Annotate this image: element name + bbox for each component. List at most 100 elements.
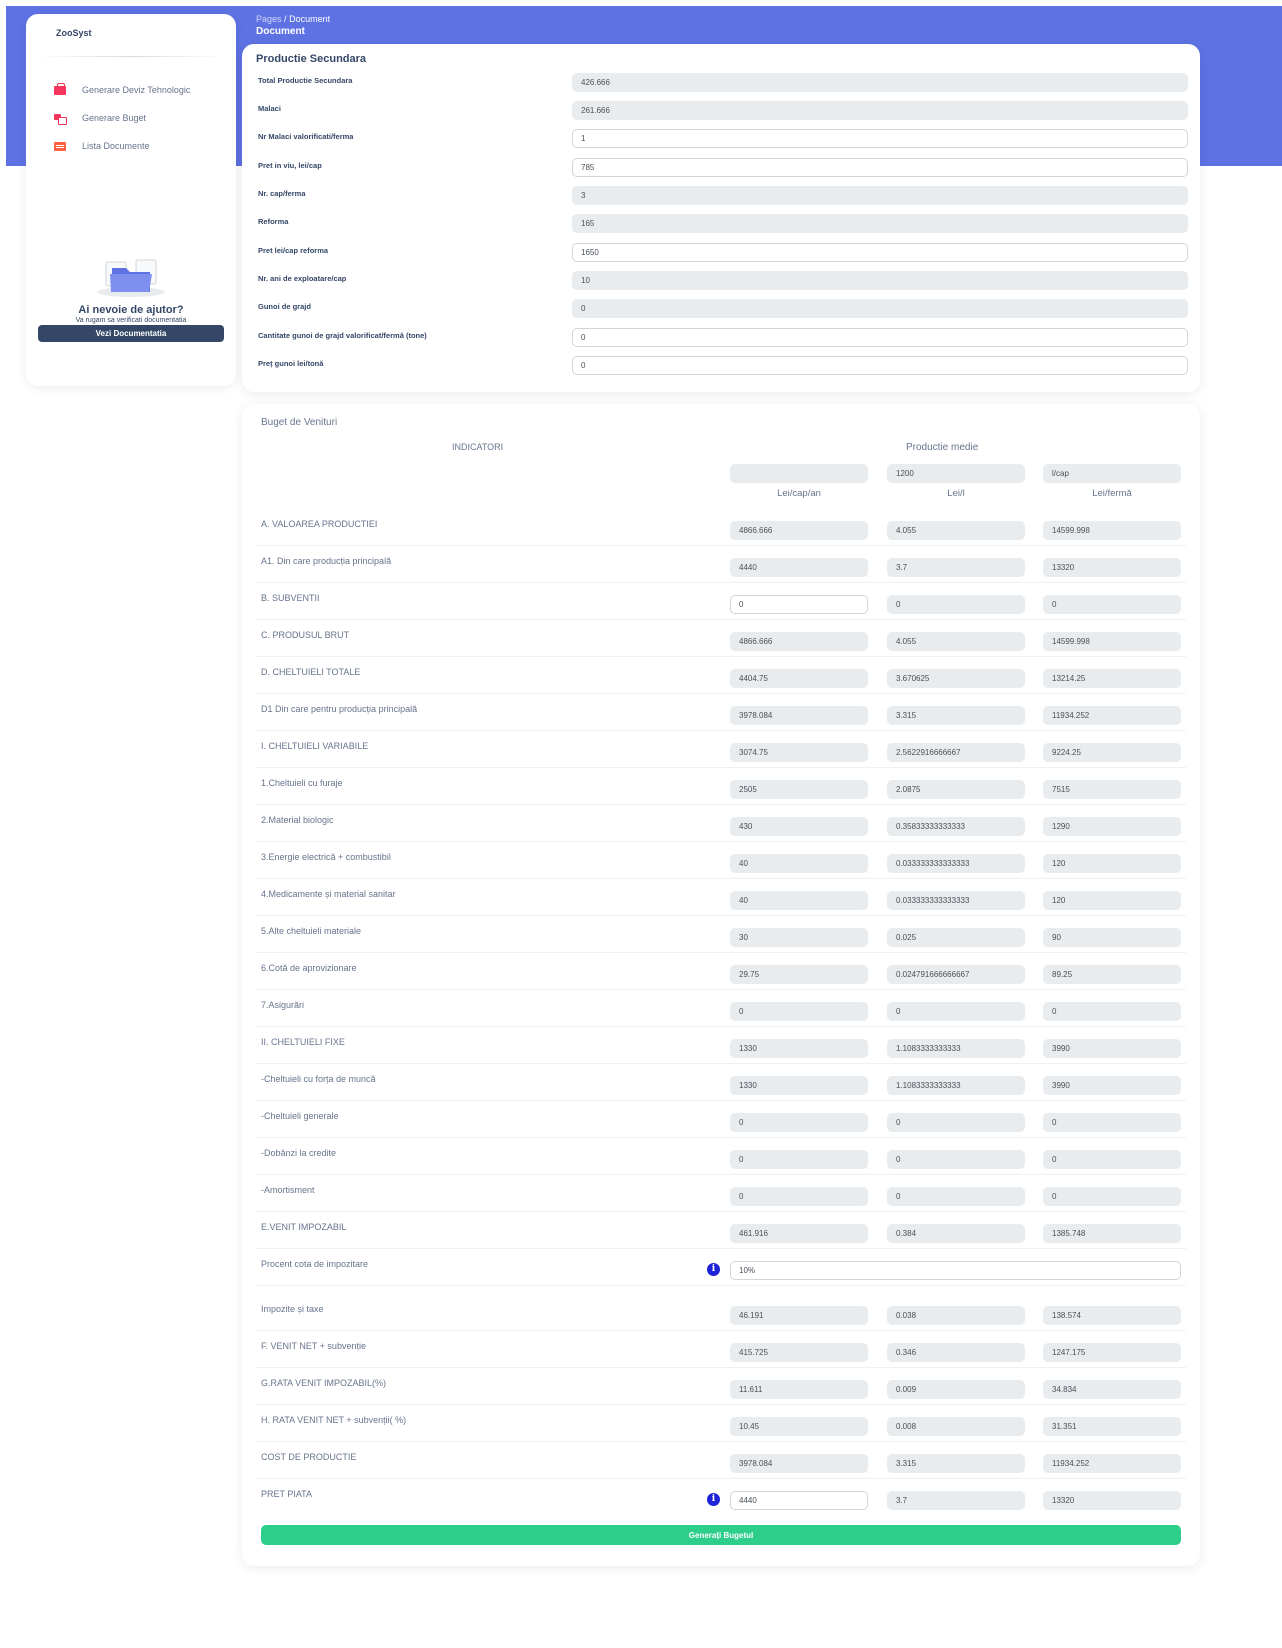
row-value-2[interactable] — [887, 595, 1025, 614]
row-value-2[interactable] — [887, 1113, 1025, 1132]
row-value-3[interactable] — [1043, 1417, 1181, 1436]
row-value-1[interactable] — [730, 891, 868, 910]
row-value-1[interactable] — [730, 817, 868, 836]
sidebar-item-generare-deviz[interactable]: Generare Deviz Tehnologic — [54, 82, 190, 98]
row-value-2[interactable] — [887, 1306, 1025, 1325]
row-value-2[interactable] — [887, 1039, 1025, 1058]
row-value-3[interactable] — [1043, 632, 1181, 651]
row-value-1[interactable] — [730, 595, 868, 614]
row-value-1[interactable] — [730, 558, 868, 577]
row-value-1[interactable] — [730, 965, 868, 984]
row-value-2[interactable] — [887, 706, 1025, 725]
breadcrumb-root[interactable]: Pages — [256, 14, 282, 24]
row-value-3[interactable] — [1043, 558, 1181, 577]
row-value-3[interactable] — [1043, 1343, 1181, 1362]
row-value-2[interactable] — [887, 928, 1025, 947]
malaci-field[interactable] — [572, 101, 1188, 120]
pret-gunoi-field[interactable] — [572, 356, 1188, 375]
row-value-3[interactable] — [1043, 1380, 1181, 1399]
pret-viu-field[interactable] — [572, 158, 1188, 177]
row-value-3[interactable] — [1043, 965, 1181, 984]
row-value-3[interactable] — [1043, 817, 1181, 836]
row-value-1[interactable] — [730, 1002, 868, 1021]
row-value-2[interactable] — [887, 1002, 1025, 1021]
row-value-1[interactable] — [730, 1380, 868, 1399]
row-value-3[interactable] — [1043, 928, 1181, 947]
brand-logo[interactable]: ZooSyst — [56, 28, 92, 38]
row-value-3[interactable] — [1043, 1002, 1181, 1021]
row-value-2[interactable] — [887, 1187, 1025, 1206]
row-value-3[interactable] — [1043, 1076, 1181, 1095]
row-value-1[interactable] — [730, 669, 868, 688]
generate-budget-button[interactable]: Generați Bugetul — [261, 1525, 1181, 1545]
header-input-1[interactable] — [730, 464, 868, 483]
row-value-3[interactable] — [1043, 743, 1181, 762]
nr-ani-field[interactable] — [572, 271, 1188, 290]
row-value-2[interactable] — [887, 1076, 1025, 1095]
row-value-2[interactable] — [887, 1224, 1025, 1243]
row-value-2[interactable] — [887, 669, 1025, 688]
info-icon[interactable]: i — [707, 1493, 720, 1506]
row-value-1[interactable] — [730, 780, 868, 799]
row-value-2[interactable] — [887, 1417, 1025, 1436]
row-value-3[interactable] — [1043, 706, 1181, 725]
row-value-1[interactable] — [730, 928, 868, 947]
row-value-1[interactable] — [730, 1454, 868, 1473]
sidebar-item-lista-documente[interactable]: Lista Documente — [54, 138, 150, 154]
row-value-3[interactable] — [1043, 1224, 1181, 1243]
row-value-3[interactable] — [1043, 854, 1181, 873]
cantitate-gunoi-field[interactable] — [572, 328, 1188, 347]
row-value-1[interactable] — [730, 743, 868, 762]
row-value-3[interactable] — [1043, 891, 1181, 910]
productie-medie-input[interactable] — [887, 464, 1025, 483]
row-value-1[interactable] — [730, 1039, 868, 1058]
pret-piata-lei-l[interactable] — [887, 1491, 1025, 1510]
row-value-2[interactable] — [887, 632, 1025, 651]
row-value-3[interactable] — [1043, 1150, 1181, 1169]
nr-cap-field[interactable] — [572, 186, 1188, 205]
total-productie-field[interactable] — [572, 73, 1188, 92]
row-value-1[interactable] — [730, 1343, 868, 1362]
row-value-1[interactable] — [730, 1150, 868, 1169]
procent-impozitare-field[interactable] — [730, 1261, 1181, 1280]
row-value-1[interactable] — [730, 1113, 868, 1132]
row-value-2[interactable] — [887, 891, 1025, 910]
row-value-2[interactable] — [887, 1150, 1025, 1169]
row-value-1[interactable] — [730, 632, 868, 651]
pret-piata-lei-ferma[interactable] — [1043, 1491, 1181, 1510]
row-value-2[interactable] — [887, 965, 1025, 984]
row-value-1[interactable] — [730, 521, 868, 540]
row-value-3[interactable] — [1043, 669, 1181, 688]
row-value-2[interactable] — [887, 558, 1025, 577]
row-value-2[interactable] — [887, 1380, 1025, 1399]
row-value-3[interactable] — [1043, 1187, 1181, 1206]
unit-input[interactable] — [1043, 464, 1181, 483]
reforma-field[interactable] — [572, 214, 1188, 233]
row-value-2[interactable] — [887, 817, 1025, 836]
row-value-1[interactable] — [730, 706, 868, 725]
gunoi-grajd-field[interactable] — [572, 299, 1188, 318]
row-value-2[interactable] — [887, 1454, 1025, 1473]
info-icon[interactable]: i — [707, 1263, 720, 1276]
row-value-3[interactable] — [1043, 1113, 1181, 1132]
pret-piata-field[interactable] — [730, 1491, 868, 1510]
row-value-3[interactable] — [1043, 1039, 1181, 1058]
row-value-1[interactable] — [730, 1224, 868, 1243]
row-value-3[interactable] — [1043, 1454, 1181, 1473]
nr-malaci-field[interactable] — [572, 129, 1188, 148]
row-value-3[interactable] — [1043, 1306, 1181, 1325]
row-value-1[interactable] — [730, 1306, 868, 1325]
row-value-1[interactable] — [730, 1076, 868, 1095]
docs-button[interactable]: Vezi Documentatia — [38, 325, 224, 342]
row-value-2[interactable] — [887, 743, 1025, 762]
row-value-2[interactable] — [887, 854, 1025, 873]
row-value-2[interactable] — [887, 1343, 1025, 1362]
row-value-3[interactable] — [1043, 595, 1181, 614]
row-value-3[interactable] — [1043, 521, 1181, 540]
pret-reforma-field[interactable] — [572, 243, 1188, 262]
row-value-2[interactable] — [887, 521, 1025, 540]
row-value-1[interactable] — [730, 854, 868, 873]
row-value-1[interactable] — [730, 1187, 868, 1206]
sidebar-item-generare-buget[interactable]: Generare Buget — [54, 110, 146, 126]
row-value-3[interactable] — [1043, 780, 1181, 799]
